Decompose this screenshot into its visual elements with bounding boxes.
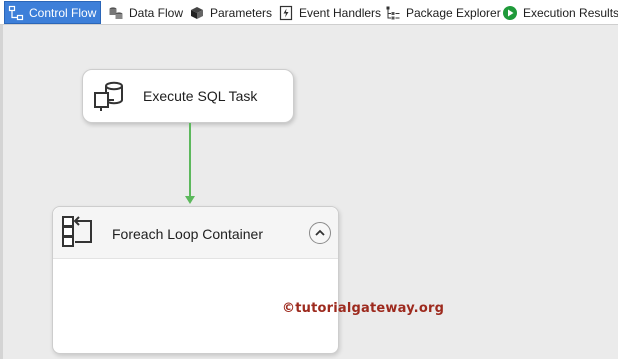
collapse-button[interactable] (309, 222, 331, 244)
tab-parameters[interactable]: Parameters (189, 1, 272, 24)
precedence-constraint-arrow[interactable] (180, 123, 202, 207)
tab-label: Event Handlers (299, 5, 382, 20)
tab-label: Control Flow (29, 5, 97, 20)
tab-label: Parameters (210, 5, 273, 20)
tab-control-flow[interactable]: Control Flow (4, 1, 102, 24)
foreach-loop-container[interactable]: Foreach Loop Container (52, 206, 339, 354)
tab-data-flow[interactable]: Data Flow (108, 1, 183, 24)
foreach-loop-icon (61, 215, 97, 249)
designer-tab-bar: Control Flow Data Flow Parameters Event … (0, 0, 618, 25)
container-label: Foreach Loop Container (112, 226, 263, 242)
canvas-left-edge (0, 25, 3, 359)
container-header[interactable]: Foreach Loop Container (53, 207, 338, 259)
control-flow-icon (8, 5, 24, 21)
tab-label: Package Explorer (406, 5, 501, 20)
tab-label: Data Flow (129, 5, 184, 20)
execute-sql-task-icon (92, 78, 128, 114)
tab-execution-results[interactable]: Execution Results (502, 1, 618, 24)
data-flow-icon (108, 5, 124, 21)
chevron-up-icon (315, 229, 325, 236)
execute-sql-task[interactable]: Execute SQL Task (82, 69, 294, 123)
tab-package-explorer[interactable]: Package Explorer (385, 1, 501, 24)
event-handlers-icon (278, 5, 294, 21)
tab-label: Execution Results (523, 5, 618, 20)
execution-results-icon (502, 5, 518, 21)
watermark: ©tutorialgateway.org (282, 301, 445, 316)
tab-event-handlers[interactable]: Event Handlers (278, 1, 381, 24)
parameters-icon (189, 5, 205, 21)
package-explorer-icon (385, 5, 401, 21)
task-label: Execute SQL Task (143, 88, 258, 104)
